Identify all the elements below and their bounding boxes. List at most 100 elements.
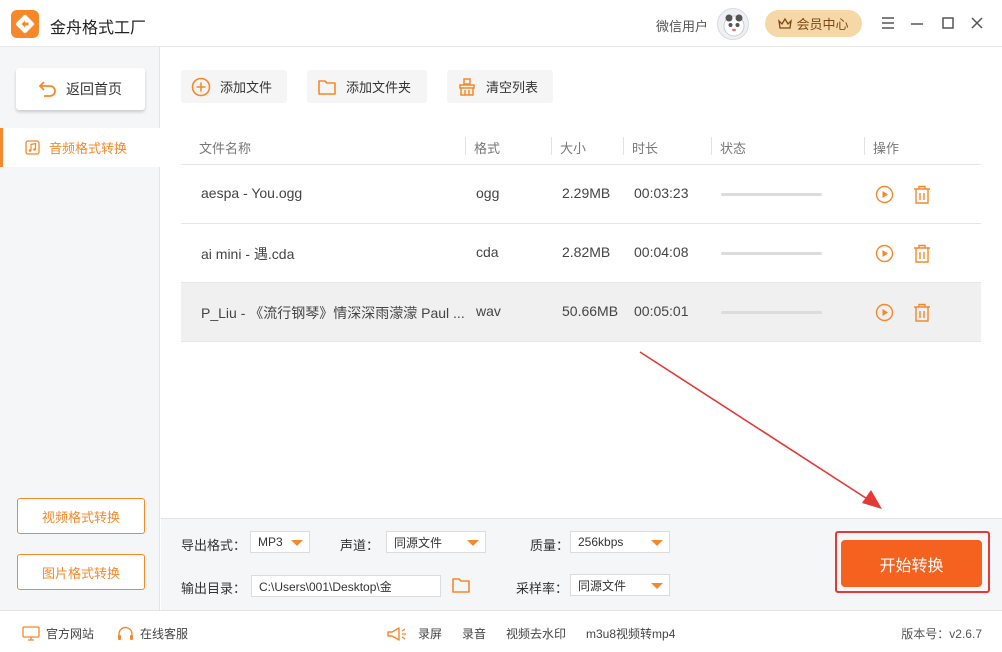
file-duration: 00:05:01	[634, 303, 689, 319]
sample-rate-label: 采样率：	[516, 581, 569, 596]
column-divider[interactable]	[623, 137, 624, 155]
table-row[interactable]: aespa - You.ogg ogg 2.29MB 00:03:23	[181, 165, 981, 224]
quality-select[interactable]: 256kbps	[570, 531, 670, 553]
column-divider[interactable]	[465, 137, 466, 155]
audio-record-link[interactable]: 录音	[462, 625, 486, 642]
file-size: 2.82MB	[562, 244, 611, 260]
quality-value: 256kbps	[578, 535, 624, 549]
file-duration: 00:04:08	[634, 244, 689, 260]
progress-bar	[721, 193, 822, 196]
back-home-label: 返回首页	[66, 81, 122, 97]
video-convert-button[interactable]: 视频格式转换	[17, 498, 145, 534]
file-size: 50.66MB	[562, 303, 619, 319]
username[interactable]: 微信用户	[656, 16, 708, 35]
sidebar-item-audio-convert[interactable]: 音频格式转换	[0, 128, 160, 167]
image-convert-button[interactable]: 图片格式转换	[17, 554, 145, 590]
add-file-label: 添加文件	[220, 80, 273, 95]
official-website-label: 官方网站	[46, 627, 95, 641]
file-format: ogg	[476, 185, 500, 201]
file-format: wav	[476, 303, 501, 319]
official-website-link[interactable]: 官方网站	[22, 625, 94, 642]
channel-select[interactable]: 同源文件	[386, 531, 486, 553]
column-divider[interactable]	[551, 137, 552, 155]
megaphone-icon	[386, 625, 408, 643]
add-folder-label: 添加文件夹	[346, 80, 412, 95]
crown-icon	[778, 17, 793, 29]
chevron-down-icon	[291, 540, 303, 546]
file-duration: 00:03:23	[634, 185, 689, 201]
channel-label: 声道：	[340, 538, 380, 553]
vip-center-button[interactable]: 会员中心	[765, 10, 862, 37]
file-name: aespa - You.ogg	[201, 185, 303, 201]
m3u8-convert-link[interactable]: m3u8视频转mp4	[586, 625, 675, 642]
chevron-down-icon	[467, 540, 479, 546]
open-folder-icon[interactable]	[451, 576, 471, 597]
play-icon[interactable]	[874, 184, 894, 204]
sidebar-item-label: 音频格式转换	[49, 141, 128, 156]
back-arrow-icon	[38, 81, 56, 97]
close-icon[interactable]	[968, 14, 986, 32]
avatar[interactable]	[717, 8, 749, 40]
vip-center-label: 会员中心	[796, 17, 849, 32]
play-icon[interactable]	[874, 302, 894, 322]
output-format-label: 导出格式：	[181, 538, 247, 553]
title-bar: 金舟格式工厂 微信用户 会员中心	[0, 0, 1002, 47]
chevron-down-icon	[651, 583, 663, 589]
minimize-icon[interactable]	[908, 14, 926, 32]
folder-icon	[318, 79, 336, 95]
output-dir-field[interactable]: C:\Users\001\Desktop\金	[251, 575, 441, 597]
header-action: 操作	[873, 141, 900, 156]
music-note-icon	[25, 140, 40, 155]
clear-list-label: 清空列表	[486, 80, 539, 95]
header-name: 文件名称	[199, 141, 252, 156]
progress-bar	[721, 252, 822, 255]
channel-value: 同源文件	[394, 535, 443, 550]
file-size: 2.29MB	[562, 185, 611, 201]
play-icon[interactable]	[874, 243, 894, 263]
delete-icon[interactable]	[912, 302, 932, 322]
add-folder-button[interactable]: 添加文件夹	[307, 70, 427, 103]
file-name: P_Liu - 《流行钢琴》情深深雨濛濛 Paul ...	[201, 305, 465, 321]
table-row[interactable]: P_Liu - 《流行钢琴》情深深雨濛濛 Paul ... wav 50.66M…	[181, 283, 981, 342]
screen-record-link[interactable]: 录屏	[418, 625, 442, 642]
plus-circle-icon	[191, 77, 211, 96]
sidebar: 返回首页 音频格式转换 视频格式转换 图片格式转换	[0, 47, 160, 610]
file-name: ai mini - 遇.cda	[201, 246, 295, 262]
file-format: cda	[476, 244, 499, 260]
sample-rate-value: 同源文件	[578, 578, 627, 593]
table-row[interactable]: ai mini - 遇.cda cda 2.82MB 00:04:08	[181, 224, 981, 283]
online-support-link[interactable]: 在线客服	[117, 625, 188, 642]
column-divider[interactable]	[711, 137, 712, 155]
header-size: 大小	[560, 141, 587, 156]
app-logo-icon	[11, 10, 39, 38]
app-title: 金舟格式工厂	[50, 20, 147, 37]
output-dir-label: 输出目录：	[181, 581, 247, 596]
status-bar: 官方网站 在线客服 录屏 录音 视频去水印 m3u8视频转mp4 版本号：v2.…	[0, 610, 1002, 652]
progress-bar	[721, 311, 822, 314]
file-table-header: 文件名称 格式 大小 时长 状态 操作	[181, 128, 981, 165]
back-home-button[interactable]: 返回首页	[16, 68, 145, 110]
header-status: 状态	[720, 141, 747, 156]
column-divider[interactable]	[864, 137, 865, 155]
quality-label: 质量：	[530, 538, 570, 553]
chevron-down-icon	[651, 540, 663, 546]
online-support-label: 在线客服	[140, 627, 189, 641]
version-label: 版本号：v2.6.7	[901, 627, 982, 641]
header-format: 格式	[474, 141, 501, 156]
output-dir-value: C:\Users\001\Desktop\金	[259, 579, 392, 594]
add-file-button[interactable]: 添加文件	[181, 70, 287, 103]
delete-icon[interactable]	[912, 184, 932, 204]
remove-watermark-link[interactable]: 视频去水印	[506, 625, 566, 642]
broom-icon	[459, 77, 475, 96]
start-convert-button[interactable]: 开始转换	[841, 540, 982, 587]
menu-icon[interactable]	[879, 14, 897, 32]
delete-icon[interactable]	[912, 243, 932, 263]
maximize-icon[interactable]	[939, 14, 957, 32]
sample-rate-select[interactable]: 同源文件	[570, 574, 670, 596]
header-duration: 时长	[632, 141, 659, 156]
output-format-select[interactable]: MP3	[250, 531, 310, 553]
output-format-value: MP3	[258, 535, 283, 549]
headset-icon	[118, 626, 133, 640]
monitor-icon	[22, 626, 40, 641]
clear-list-button[interactable]: 清空列表	[447, 70, 553, 103]
